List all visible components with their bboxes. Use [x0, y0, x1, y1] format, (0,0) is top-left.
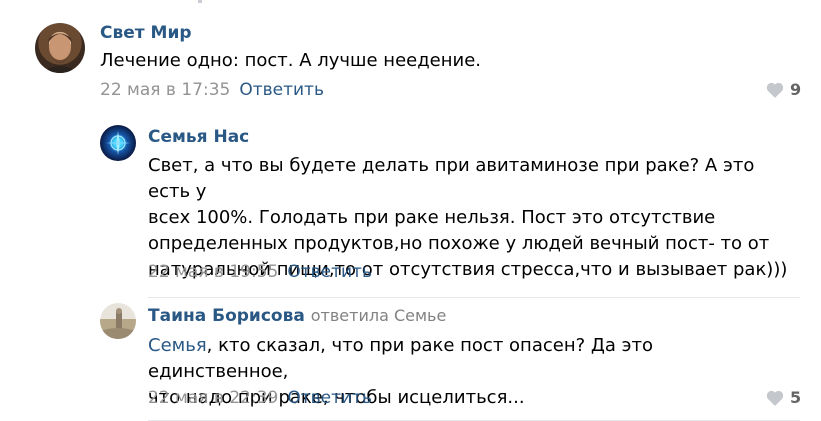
- reply-button[interactable]: Ответить: [239, 80, 324, 100]
- avatar-taina-borisova-image: [100, 308, 136, 339]
- like-button[interactable]: 5: [766, 388, 801, 407]
- comment-author[interactable]: Семья Нас: [148, 127, 249, 147]
- avatar-svet-mir-image: [41, 33, 79, 73]
- comment-text-line: определенных продуктов,но похоже у людей…: [148, 233, 770, 254]
- mention-link[interactable]: Семья: [148, 335, 207, 356]
- like-count: 9: [790, 80, 802, 99]
- avatar-taina-borisova[interactable]: [100, 303, 136, 339]
- comment-date[interactable]: 22 мая в 19:55: [148, 262, 278, 282]
- replied-to-label[interactable]: ответила Семье: [311, 306, 447, 325]
- previous-comment-edge: [0, 0, 821, 6]
- comment-text-rest: , кто сказал, что при раке пост опасен? …: [148, 335, 654, 382]
- reply-button[interactable]: Ответить: [287, 262, 372, 282]
- avatar-svet-mir[interactable]: [35, 23, 85, 73]
- comment-author[interactable]: Свет Мир: [100, 23, 192, 43]
- heart-icon: [766, 390, 784, 406]
- comment-text: Лечение одно: пост. А лучше неедение.: [100, 50, 482, 71]
- comment-divider: [148, 297, 800, 298]
- like-count: 5: [790, 388, 802, 407]
- comment-text-line: Свет, а что вы будете делать при авитами…: [148, 155, 755, 202]
- comment-date[interactable]: 22 мая в 17:35: [100, 80, 230, 100]
- comment-meta: 22 мая в 22:39 Ответить: [148, 388, 372, 408]
- comment-text-line: Семья, кто сказал, что при раке пост опа…: [148, 333, 788, 385]
- comment-date[interactable]: 22 мая в 22:39: [148, 388, 278, 408]
- comment-text-line: всех 100%. Голодать при раке нельзя. Пос…: [148, 207, 716, 228]
- comment-meta: 22 мая в 17:35 Ответить: [100, 80, 324, 100]
- avatar-semya-nas-image: [106, 131, 130, 155]
- comment-meta: 22 мая в 19:55 Ответить: [148, 262, 372, 282]
- reply-button[interactable]: Ответить: [287, 388, 372, 408]
- like-button[interactable]: 9: [766, 80, 801, 99]
- divider-tick: [198, 0, 202, 3]
- avatar-semya-nas[interactable]: [100, 125, 136, 161]
- comment-author[interactable]: Таина Борисова: [148, 306, 305, 326]
- heart-icon: [766, 82, 784, 98]
- comment-author-line: Таина Борисова ответила Семье: [148, 306, 446, 326]
